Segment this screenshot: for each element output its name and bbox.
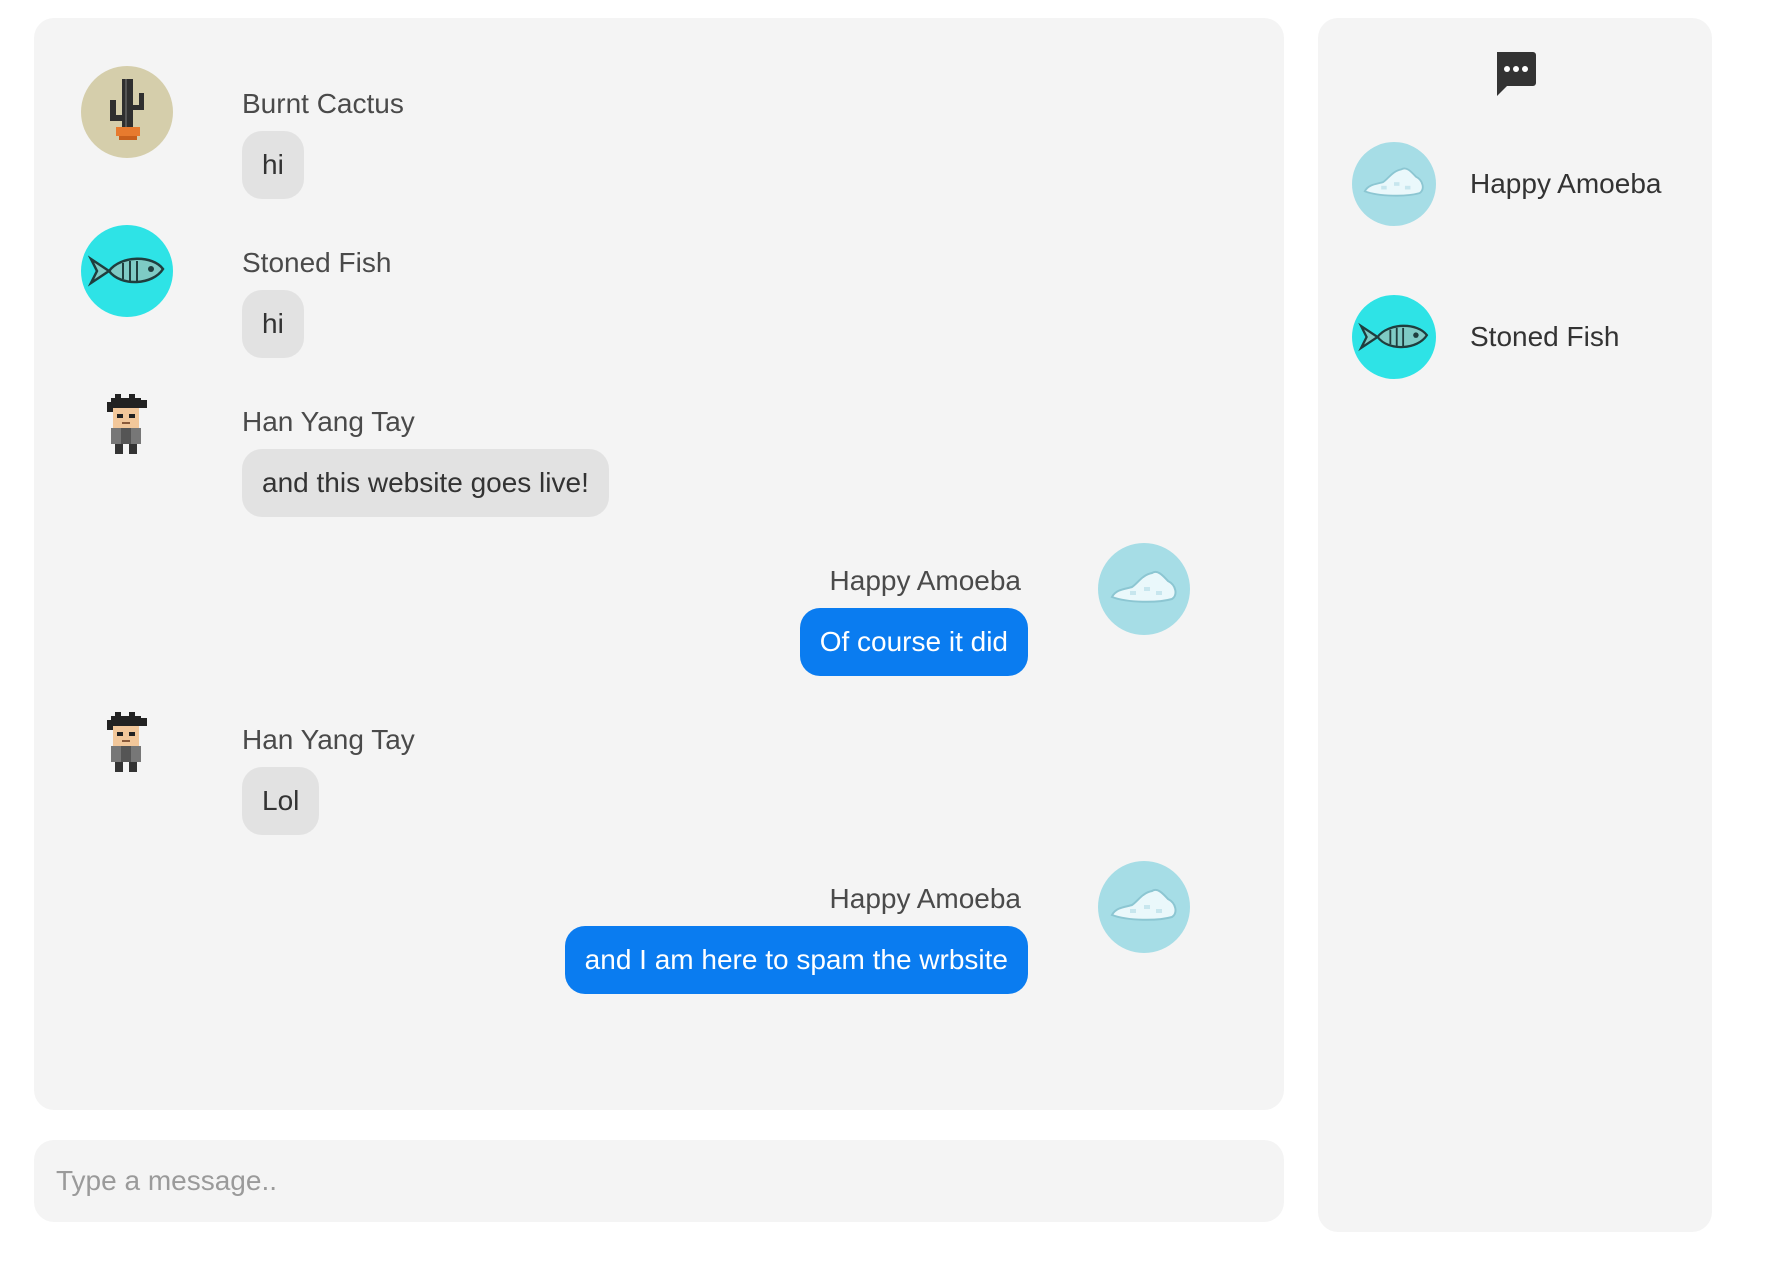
cactus-icon bbox=[110, 79, 144, 140]
message-sender: Happy Amoeba bbox=[829, 565, 1021, 596]
cloud-blob-icon bbox=[1110, 571, 1177, 603]
message-bubble: and I am here to spam the wrbsite bbox=[564, 926, 1028, 994]
avatar bbox=[1352, 295, 1436, 379]
avatar bbox=[81, 702, 173, 794]
message-sender: Burnt Cactus bbox=[242, 88, 404, 119]
pixel-person-icon bbox=[107, 394, 147, 454]
message-bubble: hi bbox=[242, 131, 304, 199]
pixel-person-icon bbox=[107, 712, 147, 772]
message-sender: Han Yang Tay bbox=[242, 724, 415, 755]
message-input[interactable] bbox=[34, 1140, 1284, 1222]
avatar bbox=[81, 384, 173, 476]
message-sender: Stoned Fish bbox=[242, 247, 392, 278]
fish-icon bbox=[1358, 322, 1429, 352]
message-input-container bbox=[34, 1140, 1284, 1222]
avatar bbox=[1098, 543, 1190, 635]
message-sender: Happy Amoeba bbox=[829, 883, 1021, 914]
message-bubble: and this website goes live! bbox=[242, 449, 609, 517]
online-users-panel: Happy Amoeba Stoned Fish bbox=[1318, 18, 1712, 1232]
avatar bbox=[81, 225, 173, 317]
cloud-blob-icon bbox=[1363, 167, 1424, 197]
fish-icon bbox=[87, 255, 165, 287]
chat-bubble-icon[interactable] bbox=[1493, 50, 1537, 98]
chat-app: Burnt Cactus hi Stoned Fish hi Han Yang … bbox=[0, 0, 1776, 1262]
message-bubble: hi bbox=[242, 290, 304, 358]
cloud-blob-icon bbox=[1110, 889, 1177, 921]
avatar bbox=[1098, 861, 1190, 953]
user-name: Stoned Fish bbox=[1470, 321, 1620, 352]
message-bubble: Of course it did bbox=[799, 608, 1028, 676]
avatar bbox=[81, 66, 173, 158]
user-list-item[interactable]: Stoned Fish bbox=[1352, 295, 1692, 379]
chat-message-panel[interactable]: Burnt Cactus hi Stoned Fish hi Han Yang … bbox=[34, 18, 1284, 1110]
message-bubble: Lol bbox=[242, 767, 320, 835]
message-sender: Han Yang Tay bbox=[242, 406, 415, 437]
user-list-item[interactable]: Happy Amoeba bbox=[1352, 142, 1692, 226]
user-name: Happy Amoeba bbox=[1470, 168, 1662, 199]
avatar bbox=[1352, 142, 1436, 226]
